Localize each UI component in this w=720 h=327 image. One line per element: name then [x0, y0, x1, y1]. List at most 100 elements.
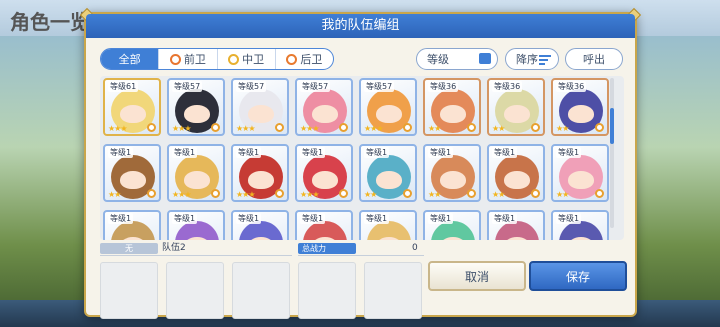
character-level: 等级36	[428, 81, 459, 92]
scrollbar-thumb[interactable]	[610, 108, 614, 144]
position-icon	[467, 123, 476, 132]
character-card[interactable]: 等级1 ★★★	[295, 144, 353, 202]
front-position-icon	[169, 53, 181, 65]
team-slot[interactable]	[100, 262, 158, 319]
team-slot[interactable]	[298, 262, 356, 319]
star-rating: ★★	[364, 190, 377, 199]
star-rating: ★★	[492, 124, 505, 133]
character-card[interactable]: 等级1 ★★	[487, 144, 545, 202]
character-card[interactable]: 等级1	[295, 210, 353, 240]
star-rating: ★★★	[172, 124, 191, 133]
filter-tab-back[interactable]: 后卫	[274, 49, 333, 69]
cancel-button[interactable]: 取消	[428, 261, 526, 291]
character-level: 等级61	[108, 81, 139, 92]
filter-tab-all[interactable]: 全部	[101, 49, 159, 69]
position-icon	[147, 123, 156, 132]
character-level: 等级36	[556, 81, 587, 92]
star-rating: ★★★	[300, 124, 319, 133]
character-grid[interactable]: 等级61 ★★★ 等级57 ★★★ 等级57 ★★★ 等级57 ★★★ 等级57 ★★★ 等级36 ★…	[100, 76, 624, 240]
position-icon	[339, 123, 348, 132]
position-icon	[403, 189, 412, 198]
team-name: 队伍2	[162, 243, 186, 253]
character-card[interactable]: 等级1 ★★	[551, 144, 609, 202]
team-slot[interactable]	[364, 262, 422, 319]
character-level: 等级1	[300, 147, 326, 158]
character-card[interactable]: 等级1 ★★	[359, 144, 417, 202]
character-level: 等级1	[492, 213, 518, 224]
character-card[interactable]: 等级1	[551, 210, 609, 240]
sort-order-label: 降序	[516, 53, 538, 66]
character-level: 等级1	[364, 213, 390, 224]
position-icon	[211, 189, 220, 198]
character-card[interactable]: 等级36 ★★	[423, 78, 481, 136]
character-card[interactable]: 等级36 ★★	[551, 78, 609, 136]
middle-position-icon	[228, 53, 240, 65]
character-level: 等级57	[236, 81, 267, 92]
star-rating: ★★★	[236, 190, 255, 199]
character-level: 等级1	[108, 213, 134, 224]
position-icon	[595, 189, 604, 198]
character-card[interactable]: 等级1 ★★	[103, 144, 161, 202]
character-card[interactable]: 等级61 ★★★	[103, 78, 161, 136]
star-rating: ★★	[428, 124, 441, 133]
character-card[interactable]: 等级1 ★★★	[167, 144, 225, 202]
position-icon	[531, 189, 540, 198]
filter-tab-middle[interactable]: 中卫	[216, 49, 275, 69]
character-card[interactable]: 等级57 ★★★	[295, 78, 353, 136]
star-rating: ★★	[556, 124, 569, 133]
character-card[interactable]: 等级1	[359, 210, 417, 240]
filter-tab-label: 全部	[118, 53, 141, 66]
character-level: 等级1	[556, 213, 582, 224]
save-label: 保存	[565, 269, 590, 284]
character-level: 等级1	[172, 147, 198, 158]
dialog-title: 我的队伍编组	[86, 14, 635, 38]
team-slot[interactable]	[166, 262, 224, 319]
character-level: 等级1	[108, 147, 134, 158]
star-rating: ★★★	[300, 190, 319, 199]
character-level: 等级1	[236, 147, 262, 158]
character-card[interactable]: 等级1	[167, 210, 225, 240]
character-card[interactable]: 等级57 ★★★	[231, 78, 289, 136]
grid-scrollbar[interactable]	[610, 78, 614, 228]
character-card[interactable]: 等级36 ★★	[487, 78, 545, 136]
sort-order-button[interactable]: 降序	[505, 48, 559, 70]
character-card[interactable]: 等级1 ★★★	[231, 144, 289, 202]
cancel-label: 取消	[464, 269, 489, 284]
sort-by-label: 等级	[427, 53, 449, 66]
character-card[interactable]: 等级1 ★★	[423, 144, 481, 202]
position-icon	[595, 123, 604, 132]
filter-tab-label: 中卫	[242, 53, 265, 66]
character-level: 等级1	[236, 213, 262, 224]
character-card[interactable]: 等级57 ★★★	[167, 78, 225, 136]
star-rating: ★★	[108, 190, 121, 199]
total-power-value: 0	[412, 243, 418, 253]
sort-by-level-button[interactable]: 等级	[416, 48, 498, 70]
character-card[interactable]: 等级1	[423, 210, 481, 240]
character-card[interactable]: 等级57 ★★★	[359, 78, 417, 136]
character-level: 等级57	[300, 81, 331, 92]
character-level: 等级1	[364, 147, 390, 158]
star-rating: ★★★	[236, 124, 255, 133]
star-rating: ★★★	[172, 190, 191, 199]
team-slot[interactable]	[232, 262, 290, 319]
character-card[interactable]: 等级1	[231, 210, 289, 240]
position-icon	[147, 189, 156, 198]
position-icon	[531, 123, 540, 132]
character-level: 等级1	[300, 213, 326, 224]
call-label: 呼出	[583, 53, 605, 66]
character-card[interactable]: 等级1	[487, 210, 545, 240]
call-button[interactable]: 呼出	[565, 48, 623, 70]
character-level: 等级1	[428, 147, 454, 158]
filter-tab-front[interactable]: 前卫	[158, 49, 216, 69]
filter-tab-label: 后卫	[300, 53, 323, 66]
character-level: 等级1	[172, 213, 198, 224]
total-power-label: 总战力	[298, 243, 356, 254]
save-button[interactable]: 保存	[529, 261, 627, 291]
star-rating: ★★	[428, 190, 441, 199]
position-icon	[275, 123, 284, 132]
character-level: 等级1	[492, 147, 518, 158]
character-card[interactable]: 等级1	[103, 210, 161, 240]
position-filter: 全部 前卫 中卫 后卫	[100, 48, 334, 70]
star-rating: ★★	[492, 190, 505, 199]
filter-tab-label: 前卫	[183, 53, 206, 66]
